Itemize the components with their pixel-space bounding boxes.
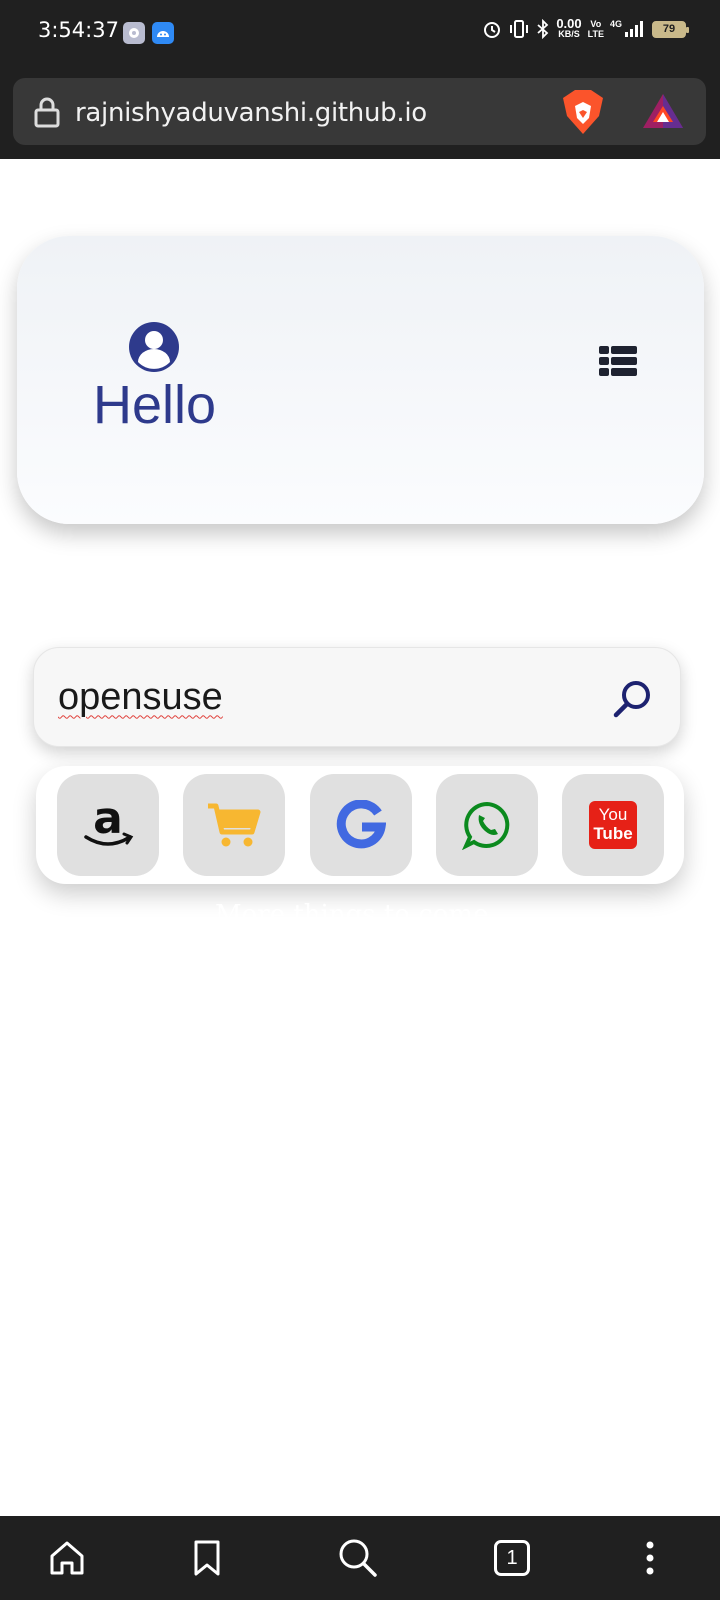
browser-toolbar: rajnishyaduvanshi.github.io xyxy=(0,64,720,159)
whatsapp-icon xyxy=(462,801,510,850)
hero-card: Hello xyxy=(17,236,704,524)
url-text[interactable]: rajnishyaduvanshi.github.io xyxy=(75,98,427,128)
youtube-icon: You Tube xyxy=(589,801,637,849)
network-speed: 0.00 KB/S xyxy=(556,16,582,39)
shortcut-youtube[interactable]: You Tube xyxy=(562,774,664,876)
bookmark-icon[interactable] xyxy=(192,1538,222,1583)
user-icon xyxy=(127,320,181,379)
address-bar[interactable]: rajnishyaduvanshi.github.io xyxy=(13,78,706,145)
bluetooth-icon xyxy=(537,19,549,39)
vibrate-icon xyxy=(510,20,529,38)
search-input[interactable] xyxy=(58,672,578,722)
status-time: 3:54:37 xyxy=(38,18,119,42)
bat-rewards-icon[interactable] xyxy=(641,92,685,137)
shortcut-whatsapp[interactable] xyxy=(436,774,538,876)
search-icon[interactable] xyxy=(338,1538,378,1583)
tabs-icon[interactable]: 1 xyxy=(494,1540,530,1576)
home-icon[interactable] xyxy=(48,1538,86,1583)
cart-icon xyxy=(208,803,261,847)
settings-icon xyxy=(123,22,145,44)
shortcut-google[interactable] xyxy=(310,774,412,876)
menu-list-icon[interactable] xyxy=(599,346,637,381)
alarm-icon xyxy=(484,22,501,38)
status-indicators: 0.00 KB/S Vo LTE 4G 79 xyxy=(482,16,689,40)
google-icon xyxy=(336,800,386,849)
network-type: 4G xyxy=(609,19,622,29)
bottom-nav: 1 xyxy=(0,1516,720,1600)
more-options-icon[interactable] xyxy=(644,1538,656,1583)
amazon-icon: a xyxy=(84,797,134,846)
shortcut-bar: a You Tube xyxy=(36,766,684,884)
search-icon[interactable] xyxy=(612,678,654,725)
svg-text:a: a xyxy=(93,797,123,844)
lock-icon[interactable] xyxy=(33,96,61,133)
signal-icon xyxy=(625,21,643,37)
footer-text: More things to come.. xyxy=(214,900,505,930)
android-icon xyxy=(152,22,174,44)
shortcut-amazon[interactable]: a xyxy=(57,774,159,876)
battery-icon: 79 xyxy=(652,20,689,38)
status-bar: 3:54:37 0.00 KB/S Vo LTE 4G 79 xyxy=(0,0,720,64)
search-box xyxy=(33,647,681,747)
greeting-text: Hello xyxy=(93,375,217,435)
volte-indicator: Vo LTE xyxy=(587,19,604,39)
shortcut-cart[interactable] xyxy=(183,774,285,876)
brave-lion-icon[interactable] xyxy=(561,88,605,141)
